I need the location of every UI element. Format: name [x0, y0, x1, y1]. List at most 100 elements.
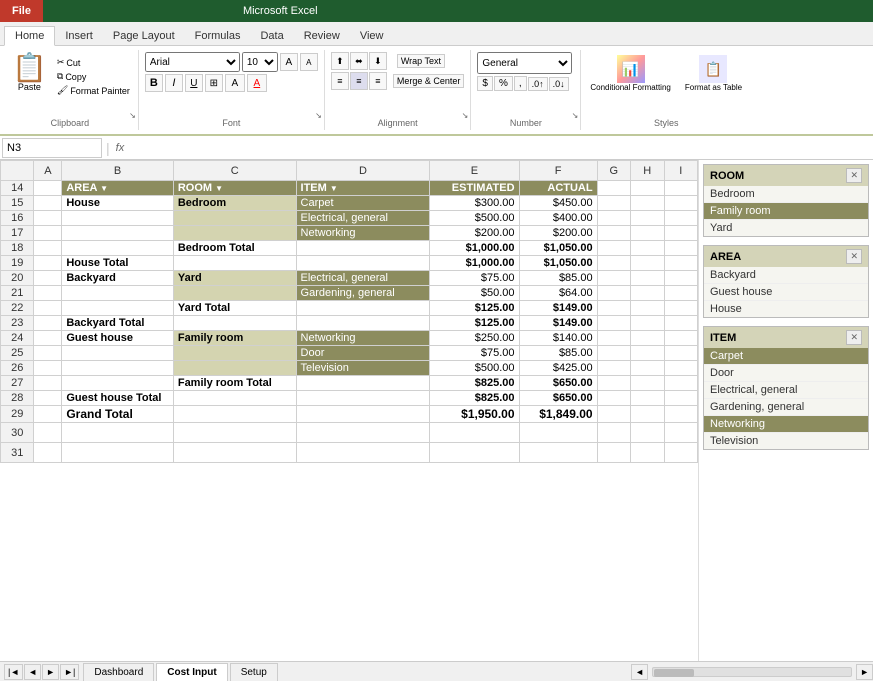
align-middle-button[interactable]: ⬌: [350, 52, 368, 70]
row-num-31[interactable]: 31: [1, 443, 34, 463]
cell-E16[interactable]: $500.00: [430, 211, 519, 226]
increase-decimal-button[interactable]: .0↑: [528, 77, 548, 91]
row-num-14[interactable]: 14: [1, 181, 34, 196]
cell-C26[interactable]: [173, 361, 296, 376]
scroll-left-button[interactable]: ◄: [631, 664, 648, 680]
cell-C18[interactable]: Bedroom Total: [173, 241, 296, 256]
cell-E21[interactable]: $50.00: [430, 286, 519, 301]
slicer-item[interactable]: Door: [704, 365, 868, 382]
align-left-button[interactable]: ≡: [331, 72, 349, 90]
slicer-item[interactable]: House: [704, 301, 868, 317]
cell-F29[interactable]: $1,849.00: [519, 406, 597, 423]
cell-D21[interactable]: Gardening, general: [296, 286, 430, 301]
cell-E28[interactable]: $825.00: [430, 391, 519, 406]
tab-nav-prev[interactable]: ◄: [24, 664, 41, 680]
row-num-29[interactable]: 29: [1, 406, 34, 423]
cell-E25[interactable]: $75.00: [430, 346, 519, 361]
align-right-button[interactable]: ≡: [369, 72, 387, 90]
cell-B20[interactable]: Backyard: [62, 271, 174, 286]
bold-button[interactable]: B: [145, 74, 163, 92]
cell-F28[interactable]: $650.00: [519, 391, 597, 406]
col-header-A[interactable]: A: [34, 161, 62, 181]
number-expand[interactable]: ↘: [572, 111, 579, 120]
cell-C17[interactable]: [173, 226, 296, 241]
cell-B28[interactable]: Guest house Total: [62, 391, 174, 406]
slicer-item[interactable]: Networking: [704, 416, 868, 433]
row-num-23[interactable]: 23: [1, 316, 34, 331]
tab-formulas[interactable]: Formulas: [185, 27, 251, 45]
cell-D20[interactable]: Electrical, general: [296, 271, 430, 286]
format-as-table-button[interactable]: 📋 Format as Table: [680, 52, 747, 95]
cell-F27[interactable]: $650.00: [519, 376, 597, 391]
slicer-item[interactable]: Electrical, general: [704, 382, 868, 399]
cell-D24[interactable]: Networking: [296, 331, 430, 346]
format-painter-button[interactable]: 🖌 Format Painter: [55, 84, 132, 97]
align-bottom-button[interactable]: ⬇: [369, 52, 387, 70]
cell-B19[interactable]: House Total: [62, 256, 174, 271]
tab-nav-last[interactable]: ►|: [60, 664, 79, 680]
decrease-decimal-button[interactable]: .0↓: [549, 77, 569, 91]
cell-B24[interactable]: Guest house: [62, 331, 174, 346]
row-num-16[interactable]: 16: [1, 211, 34, 226]
cell-C14[interactable]: ROOM ▼: [173, 181, 296, 196]
slicer-item[interactable]: Yard: [704, 220, 868, 236]
cell-D26[interactable]: Television: [296, 361, 430, 376]
name-box[interactable]: [2, 138, 102, 158]
font-family-select[interactable]: Arial: [145, 52, 240, 72]
cell-C20[interactable]: Yard: [173, 271, 296, 286]
border-button[interactable]: ⊞: [205, 74, 223, 92]
cell-E29[interactable]: $1,950.00: [430, 406, 519, 423]
cell-D17[interactable]: Networking: [296, 226, 430, 241]
cut-button[interactable]: ✂ Cut: [55, 56, 132, 69]
cell-F20[interactable]: $85.00: [519, 271, 597, 286]
col-header-H[interactable]: H: [631, 161, 664, 181]
sheet-tab-cost-input[interactable]: Cost Input: [156, 663, 227, 681]
cell-F23[interactable]: $149.00: [519, 316, 597, 331]
cell-C16[interactable]: [173, 211, 296, 226]
scroll-right-button[interactable]: ►: [856, 664, 873, 680]
cell-B15[interactable]: House: [62, 196, 174, 211]
cell-E19[interactable]: $1,000.00: [430, 256, 519, 271]
slicer-item[interactable]: Backyard: [704, 267, 868, 284]
cell-F21[interactable]: $64.00: [519, 286, 597, 301]
col-header-D[interactable]: D: [296, 161, 430, 181]
cell-D16[interactable]: Electrical, general: [296, 211, 430, 226]
copy-button[interactable]: ⧉ Copy: [55, 70, 132, 83]
row-num-21[interactable]: 21: [1, 286, 34, 301]
cell-C22[interactable]: Yard Total: [173, 301, 296, 316]
font-expand[interactable]: ↘: [315, 111, 322, 120]
cell-C24[interactable]: Family room: [173, 331, 296, 346]
cell-F17[interactable]: $200.00: [519, 226, 597, 241]
decrease-font-button[interactable]: A: [300, 53, 318, 71]
slicer-item-clear[interactable]: ✕: [846, 330, 862, 345]
cell-E26[interactable]: $500.00: [430, 361, 519, 376]
slicer-item[interactable]: Carpet: [704, 348, 868, 365]
cell-E15[interactable]: $300.00: [430, 196, 519, 211]
cell-C25[interactable]: [173, 346, 296, 361]
cell-E27[interactable]: $825.00: [430, 376, 519, 391]
slicer-item[interactable]: Gardening, general: [704, 399, 868, 416]
tab-review[interactable]: Review: [294, 27, 350, 45]
cell-D14[interactable]: ITEM ▼: [296, 181, 430, 196]
cell-F26[interactable]: $425.00: [519, 361, 597, 376]
row-num-15[interactable]: 15: [1, 196, 34, 211]
align-center-button[interactable]: ≡: [350, 72, 368, 90]
cell-F16[interactable]: $400.00: [519, 211, 597, 226]
cell-C15[interactable]: Bedroom: [173, 196, 296, 211]
tab-home[interactable]: Home: [4, 26, 55, 46]
cell-B14[interactable]: AREA ▼: [62, 181, 174, 196]
merge-center-button[interactable]: Merge & Center: [393, 74, 465, 88]
slicer-item[interactable]: Family room: [704, 203, 868, 220]
slicer-room-clear[interactable]: ✕: [846, 168, 862, 183]
col-header-F[interactable]: F: [519, 161, 597, 181]
cell-F25[interactable]: $85.00: [519, 346, 597, 361]
sheet-tab-setup[interactable]: Setup: [230, 663, 278, 681]
font-size-select[interactable]: 10: [242, 52, 278, 72]
slicer-item[interactable]: Television: [704, 433, 868, 449]
col-header-I[interactable]: I: [664, 161, 698, 181]
tab-nav-first[interactable]: |◄: [4, 664, 23, 680]
file-button[interactable]: File: [0, 0, 43, 22]
alignment-expand[interactable]: ↘: [462, 111, 469, 120]
cell-E14[interactable]: ESTIMATED: [430, 181, 519, 196]
row-num-27[interactable]: 27: [1, 376, 34, 391]
